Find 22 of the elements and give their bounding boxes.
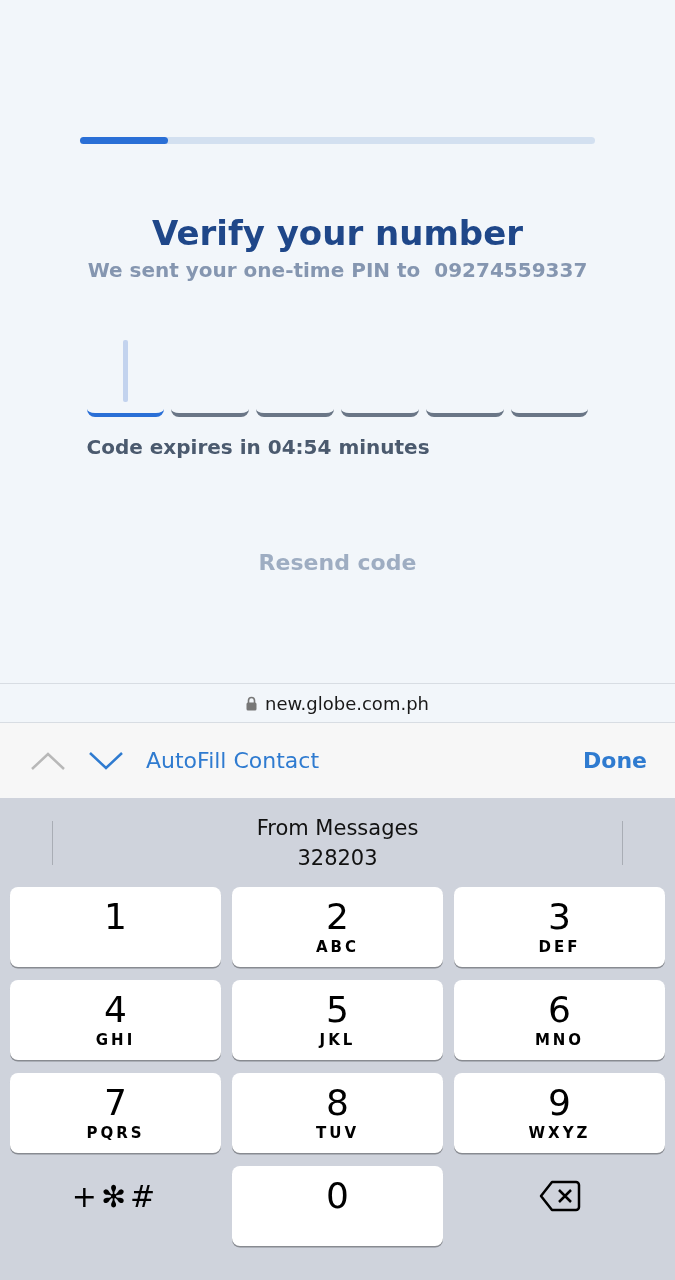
symbols-key[interactable]: +✻#: [10, 1166, 221, 1246]
lock-icon: [246, 695, 258, 711]
next-field-button[interactable]: [88, 750, 124, 771]
keypad-key[interactable]: 0: [232, 1166, 443, 1246]
code-suggestion[interactable]: From Messages 328203: [256, 812, 419, 873]
url-text: new.globe.com.ph: [265, 692, 429, 714]
text-cursor: [122, 339, 128, 402]
keypad-key[interactable]: 9 WXYZ: [454, 1073, 665, 1153]
done-button[interactable]: Done: [583, 748, 647, 773]
keypad-key[interactable]: 2 ABC: [232, 887, 443, 967]
keypad-key[interactable]: 6 MNO: [454, 980, 665, 1060]
keypad-key[interactable]: 5 JKL: [232, 980, 443, 1060]
expiry-text: Code expires in 04:54 minutes: [86, 435, 431, 459]
backspace-icon: [538, 1179, 581, 1213]
keypad-key[interactable]: 4 GHI: [10, 980, 221, 1060]
page-title: Verify your number: [151, 212, 524, 254]
autofill-button[interactable]: AutoFill Contact: [146, 748, 320, 773]
keypad-key[interactable]: 3 DEF: [454, 887, 665, 967]
subtitle: We sent your one-time PIN to 09274559337: [87, 258, 588, 282]
keypad-key[interactable]: 1: [10, 887, 221, 967]
keypad-key[interactable]: 8 TUV: [232, 1073, 443, 1153]
keypad-key[interactable]: 7 PQRS: [10, 1073, 221, 1153]
